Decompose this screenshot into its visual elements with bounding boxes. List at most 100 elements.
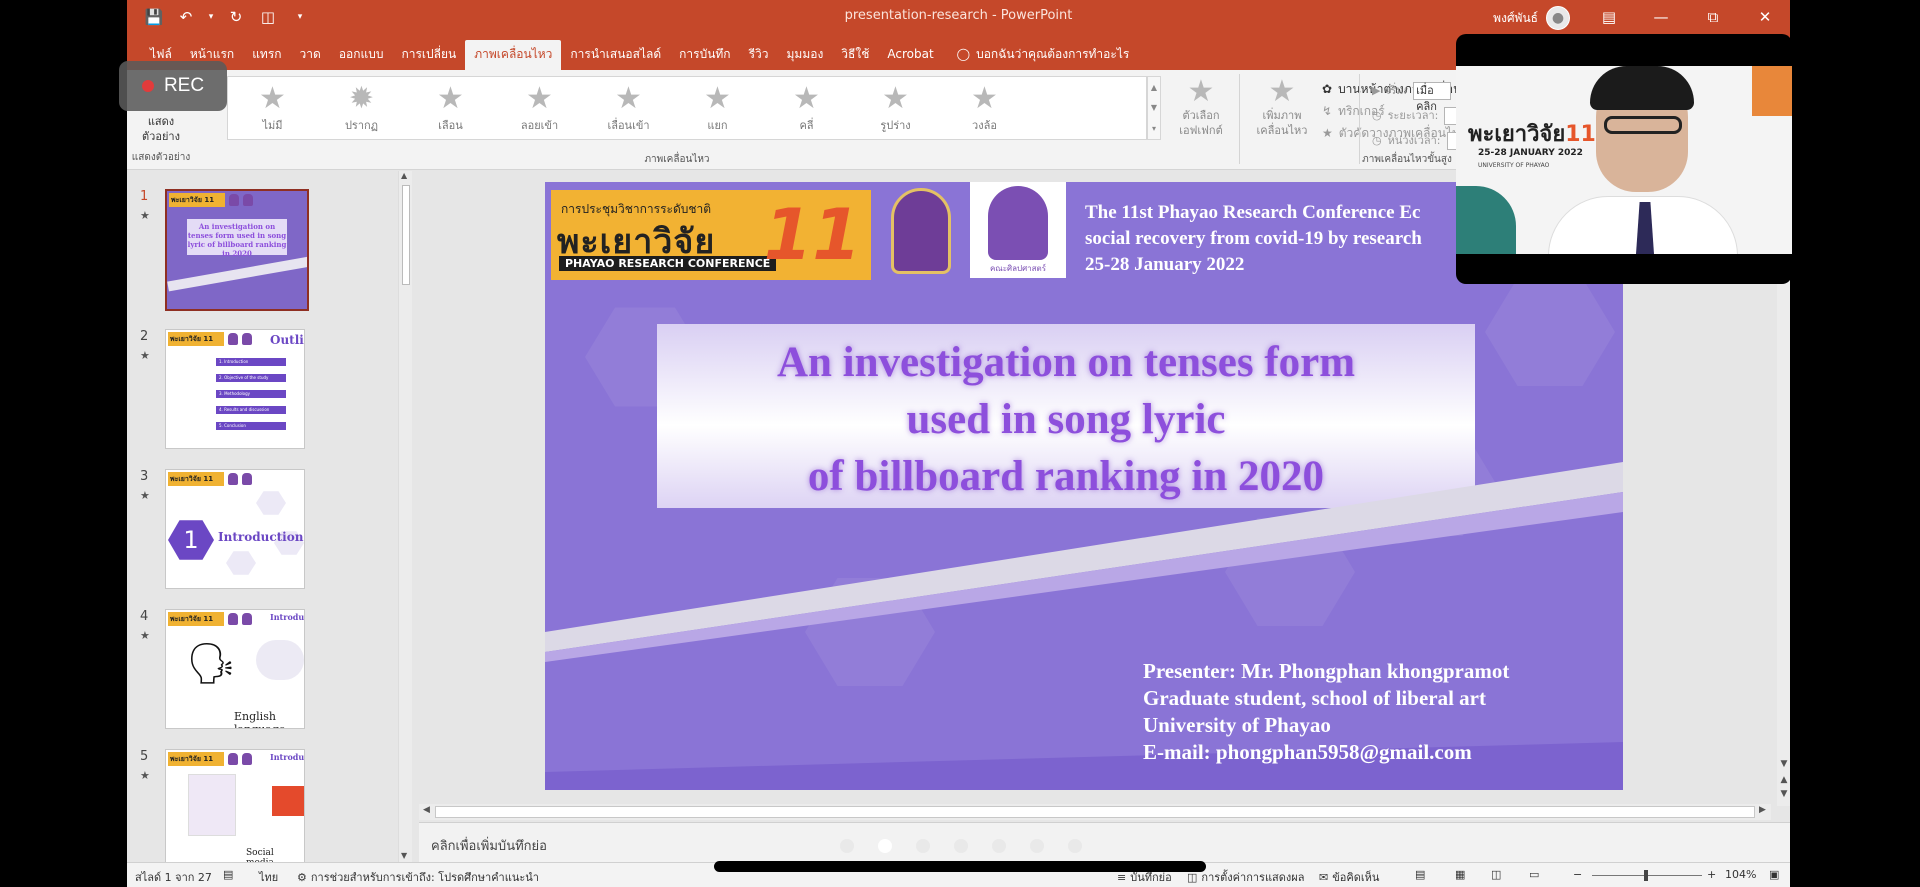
zoom-level[interactable]: 104%	[1725, 868, 1756, 881]
star-icon: ★	[882, 81, 909, 116]
mini-title: Outlines	[270, 333, 304, 347]
effect-wipe[interactable]: ★ คลี่	[762, 77, 851, 139]
reading-view-icon[interactable]: ◫	[1491, 868, 1501, 881]
tab-animations[interactable]: ภาพเคลื่อนไหว	[465, 40, 562, 70]
tab-transitions[interactable]: การเปลี่ยน	[392, 40, 465, 70]
effect-options-button[interactable]: ★ ตัวเลือกเอฟเฟกต์	[1170, 76, 1232, 138]
effect-none[interactable]: ★ ไม่มี	[228, 77, 317, 139]
slide-horizontal-scrollbar[interactable]: ◀ ▶	[419, 804, 1771, 820]
minimize-icon[interactable]: —	[1644, 4, 1678, 30]
fit-to-window-icon[interactable]: ▣	[1769, 868, 1779, 881]
play-icon: ▶	[1372, 84, 1381, 97]
scroll-right-icon[interactable]: ▶	[1759, 805, 1766, 815]
scroll-track[interactable]	[435, 806, 1755, 818]
page-dot[interactable]	[992, 839, 1006, 853]
page-dot[interactable]	[840, 839, 854, 853]
thumbnail-image[interactable]: พะเยาวิจัย 11 An investigation on tenses…	[165, 189, 309, 311]
scroll-down-icon[interactable]: ▼	[401, 851, 407, 860]
thumbnail-slide-2[interactable]: 2 ★ พะเยาวิจัย 11 Outlines 1. Introducti…	[127, 329, 415, 451]
effect-appear[interactable]: ✹ ปรากฏ	[317, 77, 406, 139]
normal-view-icon[interactable]: ▤	[1415, 868, 1425, 881]
person-glasses	[1604, 116, 1682, 134]
thumbnail-slide-4[interactable]: 4 ★ พะเยาวิจัย 11 Introduction 🗣 English…	[127, 609, 415, 731]
notes-placeholder: คลิกเพื่อเพิ่มบันทึกย่อ	[431, 839, 547, 854]
scroll-down-icon[interactable]: ▼	[1777, 759, 1790, 769]
avatar[interactable]: ●	[1546, 6, 1570, 30]
clock-icon: ◷	[1372, 134, 1382, 147]
animation-star-icon: ★	[140, 629, 150, 642]
close-icon[interactable]: ✕	[1748, 4, 1782, 30]
display-settings-label: การตั้งค่าการแสดงผล	[1201, 871, 1305, 884]
mini-logo: พะเยาวิจัย 11	[168, 752, 224, 766]
tab-view[interactable]: มุมมอง	[778, 40, 833, 70]
notes-pane[interactable]: คลิกเพื่อเพิ่มบันทึกย่อ	[419, 822, 1790, 862]
ribbon-display-icon[interactable]: ▤	[1592, 4, 1626, 30]
page-dot[interactable]	[954, 839, 968, 853]
effect-fade[interactable]: ★ เลือน	[406, 77, 495, 139]
tell-me-search[interactable]: ◯ บอกฉันว่าคุณต้องการทำอะไร	[943, 40, 1130, 70]
thumbnail-image[interactable]: พะเยาวิจัย 11 1 Introduction	[165, 469, 305, 589]
tab-help[interactable]: วิธีใช้	[832, 40, 878, 70]
previous-slide-icon[interactable]: ▲	[1777, 775, 1790, 785]
thumbnail-image[interactable]: พะเยาวิจัย 11 Introduction Social media	[165, 749, 305, 862]
next-slide-icon[interactable]: ▼	[1777, 789, 1790, 799]
slide-show-icon[interactable]: ▭	[1529, 868, 1539, 881]
presenter-line-3: University of Phayao	[1143, 713, 1331, 737]
effect-float-in[interactable]: ★ เลื่อนเข้า	[584, 77, 673, 139]
webcam-overlay[interactable]: พะเยาวิจัย11 25-28 JANUARY 2022 UNIVERSI…	[1456, 34, 1792, 284]
effect-label: คลี่	[799, 119, 814, 132]
thumbnail-slide-3[interactable]: 3 ★ พะเยาวิจัย 11 1 Introduction	[127, 469, 415, 591]
thumbnails-scrollbar[interactable]: ▲ ▼	[398, 171, 412, 862]
page-dot[interactable]	[1068, 839, 1082, 853]
person-hair	[1590, 66, 1694, 110]
page-dot[interactable]	[1030, 839, 1044, 853]
scroll-thumb[interactable]	[402, 185, 410, 285]
effect-split[interactable]: ★ แยก	[673, 77, 762, 139]
tab-acrobat[interactable]: Acrobat	[878, 40, 942, 70]
language-indicator[interactable]: ไทย	[259, 868, 278, 886]
effect-fly-in[interactable]: ★ ลอยเข้า	[495, 77, 584, 139]
poster-title-text: พะเยาวิจัย	[1468, 122, 1566, 147]
chevron-down-icon[interactable]: ▼	[1151, 103, 1157, 112]
start-select[interactable]: เมื่อคลิก	[1413, 81, 1452, 113]
zoom-out-icon[interactable]: −	[1573, 868, 1582, 881]
rec-label: REC	[163, 75, 205, 96]
add-animation-button[interactable]: ★ เพิ่มภาพเคลื่อนไหว	[1252, 76, 1312, 138]
effect-shape[interactable]: ★ รูปร่าง	[851, 77, 940, 139]
recording-indicator[interactable]: REC	[119, 61, 227, 111]
effect-wheel[interactable]: ★ วงล้อ	[940, 77, 1029, 139]
thumbnail-slide-5[interactable]: 5 ★ พะเยาวิจัย 11 Introduction Social me…	[127, 749, 415, 862]
page-dot-active[interactable]	[878, 839, 892, 853]
tab-slide-show[interactable]: การนำเสนอสไลด์	[561, 40, 670, 70]
gallery-more-icon[interactable]: ▾	[1152, 124, 1156, 133]
spellcheck-icon[interactable]: ▤	[223, 868, 233, 881]
comments-button[interactable]: ✉ ข้อคิดเห็น	[1319, 868, 1379, 886]
home-indicator[interactable]	[714, 861, 1206, 872]
star-icon: ★	[526, 81, 553, 116]
thumbnail-slide-1[interactable]: 1 ★ พะเยาวิจัย 11 An investigation on te…	[127, 189, 415, 311]
slide-sorter-icon[interactable]: ▦	[1455, 868, 1465, 881]
scroll-up-icon[interactable]: ▲	[401, 171, 407, 180]
mini-seal	[229, 194, 239, 206]
thumbnail-image[interactable]: พะเยาวิจัย 11 Outlines 1. Introduction 2…	[165, 329, 305, 449]
tab-insert[interactable]: แทรก	[243, 40, 290, 70]
page-dot[interactable]	[916, 839, 930, 853]
thumbnail-image[interactable]: พะเยาวิจัย 11 Introduction 🗣 English lan…	[165, 609, 305, 729]
preview-button[interactable]: แสดง ตัวอย่าง แสดงตัวอย่าง	[131, 114, 191, 163]
animation-star-icon: ★	[140, 209, 150, 222]
tab-recording[interactable]: การบันทึก	[670, 40, 739, 70]
display-settings-button[interactable]: ◫ การตั้งค่าการแสดงผล	[1187, 868, 1304, 886]
tab-draw[interactable]: วาด	[291, 40, 330, 70]
tab-design[interactable]: ออกแบบ	[330, 40, 393, 70]
scroll-left-icon[interactable]: ◀	[423, 805, 430, 815]
zoom-slider[interactable]	[1592, 870, 1702, 881]
tab-review[interactable]: รีวิว	[740, 40, 778, 70]
restore-icon[interactable]: ⧉	[1696, 4, 1730, 30]
zoom-in-icon[interactable]: +	[1707, 868, 1716, 881]
user-account[interactable]: พงศ์พันธ์ ●	[1493, 6, 1570, 30]
chevron-up-icon[interactable]: ▲	[1151, 83, 1157, 92]
animation-group-label: ภาพเคลื่อนไหว	[644, 154, 710, 165]
accessibility-status[interactable]: ⚙ การช่วยสำหรับการเข้าถึง: โปรดศึกษาคำแน…	[297, 868, 539, 886]
gallery-scroll[interactable]: ▲ ▼ ▾	[1147, 76, 1161, 140]
zoom-knob[interactable]	[1644, 870, 1648, 881]
